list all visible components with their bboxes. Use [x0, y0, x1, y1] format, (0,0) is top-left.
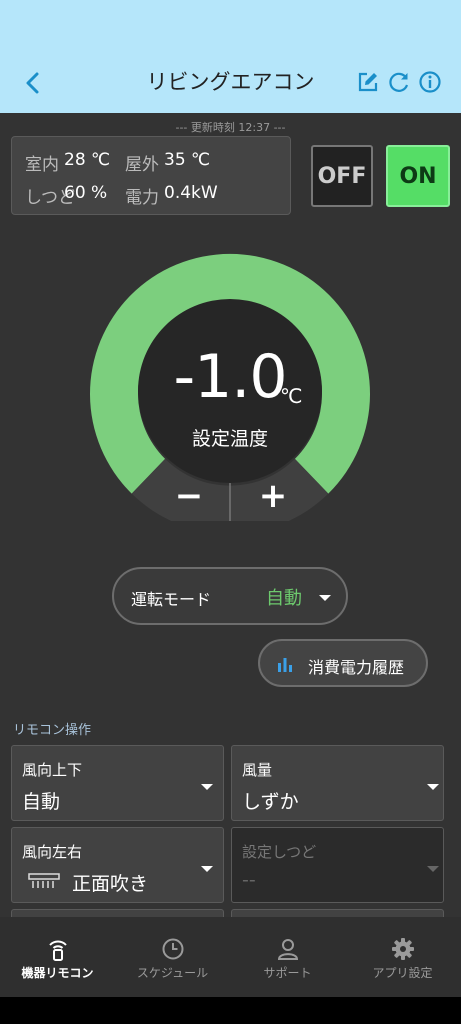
remote-controls-heading: リモコン操作 — [13, 723, 92, 738]
horizontal-airflow-value: 正面吹き — [72, 873, 149, 895]
nav-remote[interactable]: 機器リモコン — [0, 917, 115, 997]
refresh-icon[interactable] — [387, 70, 411, 94]
off-button[interactable]: OFF — [311, 145, 373, 207]
power-history-button[interactable]: 消費電力履歴 — [258, 639, 428, 687]
next-control-card[interactable] — [231, 909, 444, 917]
horizontal-airflow-select[interactable]: 風向左右 正面吹き — [11, 827, 224, 903]
dropdown-caret-icon — [201, 866, 213, 872]
dropdown-caret-icon — [201, 784, 213, 790]
nav-settings-label: アプリ設定 — [372, 966, 433, 980]
main-panel: --- 更新時刻 12:37 --- 室内 28 ℃ 屋外 35 ℃ しつど 6… — [0, 113, 461, 917]
on-button[interactable]: ON — [386, 145, 450, 207]
temperature-down-button[interactable]: − — [166, 473, 212, 519]
operation-mode-label: 運転モード — [131, 590, 212, 609]
vertical-airflow-label: 風向上下 — [22, 761, 83, 779]
outdoor-value: 35 ℃ — [164, 150, 211, 170]
gear-icon — [392, 938, 414, 960]
person-icon — [277, 939, 299, 960]
system-bar — [0, 997, 461, 1024]
clock-icon — [162, 938, 184, 960]
edit-icon[interactable] — [356, 70, 380, 94]
nav-remote-label: 機器リモコン — [21, 966, 94, 980]
info-icon[interactable] — [418, 70, 442, 94]
indoor-value: 28 ℃ — [64, 150, 111, 170]
power-history-label: 消費電力履歴 — [308, 658, 405, 677]
status-panel: 室内 28 ℃ 屋外 35 ℃ しつど 60 % 電力 0.4kW — [11, 136, 291, 215]
nav-settings[interactable]: アプリ設定 — [345, 917, 460, 997]
power-value: 0.4kW — [164, 183, 218, 203]
temperature-up-button[interactable]: + — [250, 473, 296, 519]
set-temperature-label: 設定温度 — [191, 428, 268, 450]
operation-mode-value: 自動 — [266, 588, 302, 609]
vertical-airflow-value: 自動 — [22, 791, 61, 813]
dropdown-caret-icon — [427, 784, 439, 790]
app-header: リビングエアコン — [0, 0, 461, 113]
fan-speed-label: 風量 — [242, 761, 273, 779]
dropdown-caret-icon — [319, 595, 331, 601]
remote-icon — [49, 940, 67, 961]
temperature-unit: ℃ — [280, 384, 303, 408]
outdoor-label: 屋外 — [125, 155, 159, 175]
operation-mode-select[interactable]: 運転モード 自動 — [112, 567, 348, 625]
next-control-card[interactable] — [11, 909, 224, 917]
nav-schedule-label: スケジュール — [136, 966, 209, 980]
humidity-setting-label: 設定しつど — [242, 843, 317, 861]
nav-schedule[interactable]: スケジュール — [115, 917, 230, 997]
humidity-setting-value: -- — [242, 869, 256, 891]
nav-support[interactable]: サポート — [230, 917, 345, 997]
indoor-label: 室内 — [25, 155, 59, 175]
update-time: --- 更新時刻 12:37 --- — [175, 121, 286, 134]
bar-chart-icon — [278, 658, 292, 672]
fan-speed-value: しずか — [242, 791, 299, 813]
nav-support-label: サポート — [263, 966, 312, 980]
vertical-airflow-select[interactable]: 風向上下 自動 — [11, 745, 224, 821]
humidity-setting-select[interactable]: 設定しつど -- — [231, 827, 444, 903]
airflow-front-icon — [28, 873, 60, 888]
fan-speed-select[interactable]: 風量 しずか — [231, 745, 444, 821]
power-label: 電力 — [125, 188, 159, 208]
humidity-value: 60 % — [64, 183, 108, 203]
dropdown-caret-icon — [427, 866, 439, 872]
horizontal-airflow-label: 風向左右 — [22, 843, 83, 861]
bottom-nav: 機器リモコン スケジュール サポート アプリ設定 — [0, 917, 461, 997]
